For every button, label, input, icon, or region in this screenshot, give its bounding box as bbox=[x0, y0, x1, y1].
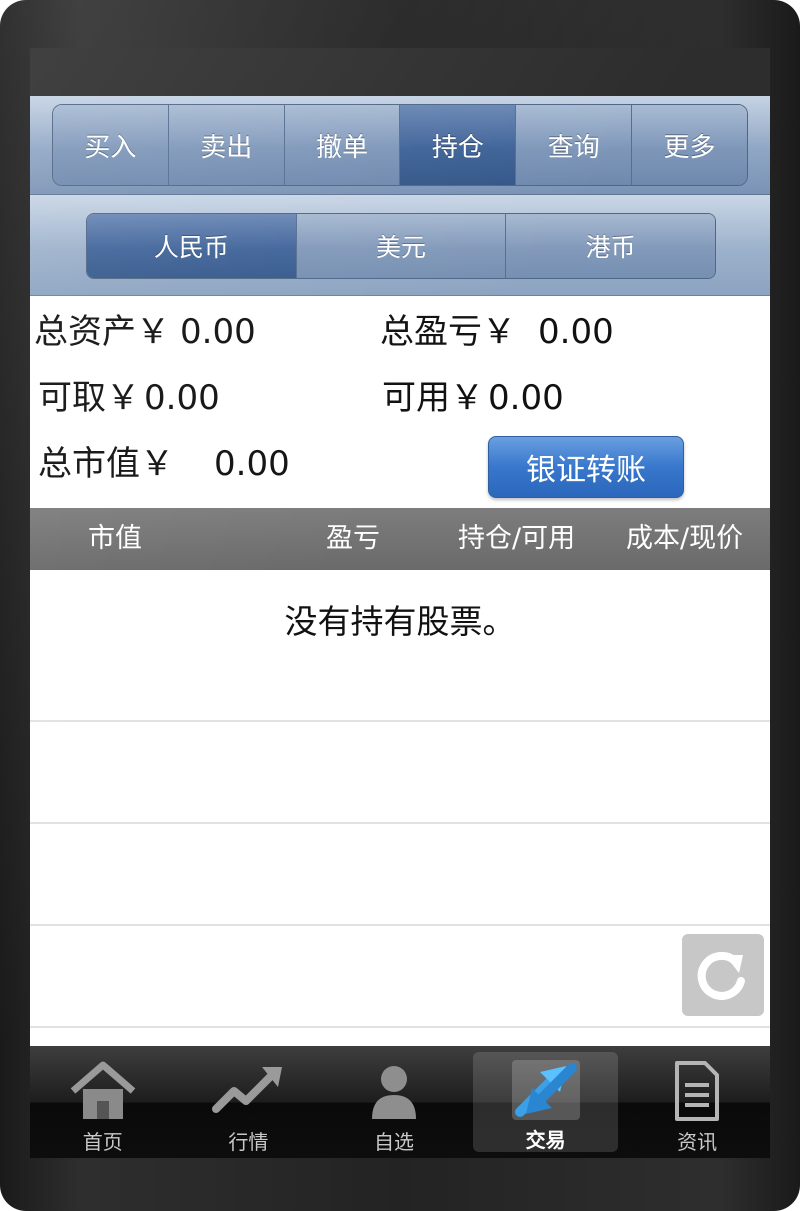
available-label: 可用￥ bbox=[382, 378, 484, 418]
total-pnl-value: 0.00 bbox=[538, 312, 614, 352]
home-icon bbox=[67, 1058, 139, 1124]
tab-sell[interactable]: 卖出 bbox=[168, 105, 285, 185]
trade-exchange-icon bbox=[510, 1058, 582, 1122]
refresh-button[interactable] bbox=[682, 934, 764, 1016]
top-tab-bar: 买入 卖出 撤单 持仓 查询 更多 bbox=[30, 96, 770, 195]
tab-rmb[interactable]: 人民币 bbox=[87, 214, 297, 278]
nav-market-label: 行情 bbox=[228, 1130, 269, 1154]
column-market-value[interactable]: 市值 bbox=[88, 508, 142, 570]
nav-news[interactable]: 资讯 bbox=[624, 1046, 770, 1158]
positions-table-header: 市值 盈亏 持仓/可用 成本/现价 bbox=[30, 508, 770, 570]
tab-positions[interactable]: 持仓 bbox=[400, 105, 517, 185]
bottom-tab-bar: 首页 行情 自选 交易 资讯 bbox=[30, 1046, 770, 1158]
phone-device: 买入 卖出 撤单 持仓 查询 更多 人民币 美元 港币 总资产￥ 0.00 总盈亏… bbox=[0, 0, 800, 1211]
market-value-label: 总市值￥ bbox=[38, 444, 174, 484]
tab-usd[interactable]: 美元 bbox=[296, 214, 507, 278]
app-screen: 买入 卖出 撤单 持仓 查询 更多 人民币 美元 港币 总资产￥ 0.00 总盈亏… bbox=[30, 48, 770, 1158]
nav-watchlist-label: 自选 bbox=[373, 1130, 414, 1154]
refresh-icon bbox=[697, 951, 745, 1000]
available: 可用￥ 0.00 bbox=[382, 370, 564, 419]
column-pnl[interactable]: 盈亏 bbox=[326, 508, 380, 570]
column-holding-available[interactable]: 持仓/可用 bbox=[458, 508, 575, 570]
status-bar bbox=[30, 48, 770, 96]
available-value: 0.00 bbox=[488, 378, 564, 418]
total-assets-value: 0.00 bbox=[180, 312, 256, 352]
row-divider bbox=[30, 924, 770, 926]
total-pnl-label: 总盈亏￥ bbox=[380, 312, 516, 352]
market-value: 总市值￥ 0.00 bbox=[38, 436, 290, 485]
column-cost-price[interactable]: 成本/现价 bbox=[626, 508, 743, 570]
tab-query[interactable]: 查询 bbox=[516, 105, 633, 185]
bank-securities-transfer-button[interactable]: 银证转账 bbox=[488, 436, 684, 498]
total-assets: 总资产￥ 0.00 bbox=[34, 304, 256, 353]
currency-tab-bar: 人民币 美元 港币 bbox=[30, 195, 770, 296]
document-icon bbox=[661, 1058, 733, 1124]
top-tab-group: 买入 卖出 撤单 持仓 查询 更多 bbox=[52, 104, 748, 186]
withdrawable-label: 可取￥ bbox=[38, 378, 140, 418]
positions-list[interactable]: 没有持有股票。 bbox=[30, 570, 770, 1046]
total-assets-label: 总资产￥ bbox=[34, 312, 170, 352]
tab-hkd[interactable]: 港币 bbox=[506, 214, 715, 278]
total-pnl: 总盈亏￥ 0.00 bbox=[380, 304, 614, 353]
nav-home-label: 首页 bbox=[82, 1130, 123, 1154]
tab-cancel-order[interactable]: 撤单 bbox=[284, 105, 401, 185]
tab-buy[interactable]: 买入 bbox=[53, 105, 169, 185]
currency-tab-group: 人民币 美元 港币 bbox=[86, 213, 716, 279]
nav-market[interactable]: 行情 bbox=[176, 1046, 322, 1158]
nav-news-label: 资讯 bbox=[677, 1130, 718, 1154]
row-divider bbox=[30, 1026, 770, 1028]
withdrawable: 可取￥ 0.00 bbox=[38, 370, 220, 419]
nav-home[interactable]: 首页 bbox=[30, 1046, 176, 1158]
nav-watchlist[interactable]: 自选 bbox=[321, 1046, 467, 1158]
market-value-value: 0.00 bbox=[214, 444, 290, 484]
withdrawable-value: 0.00 bbox=[144, 378, 220, 418]
nav-trade-label: 交易 bbox=[525, 1128, 566, 1152]
person-icon bbox=[358, 1058, 430, 1124]
row-divider bbox=[30, 720, 770, 722]
account-summary: 总资产￥ 0.00 总盈亏￥ 0.00 可取￥ 0.00 可用￥ 0.00 总市值￥ 0.… bbox=[30, 296, 770, 508]
empty-positions-message: 没有持有股票。 bbox=[284, 602, 516, 641]
nav-trade[interactable]: 交易 bbox=[472, 1052, 619, 1152]
row-divider bbox=[30, 822, 770, 824]
tab-more[interactable]: 更多 bbox=[632, 105, 747, 185]
trend-chart-icon bbox=[212, 1058, 284, 1124]
